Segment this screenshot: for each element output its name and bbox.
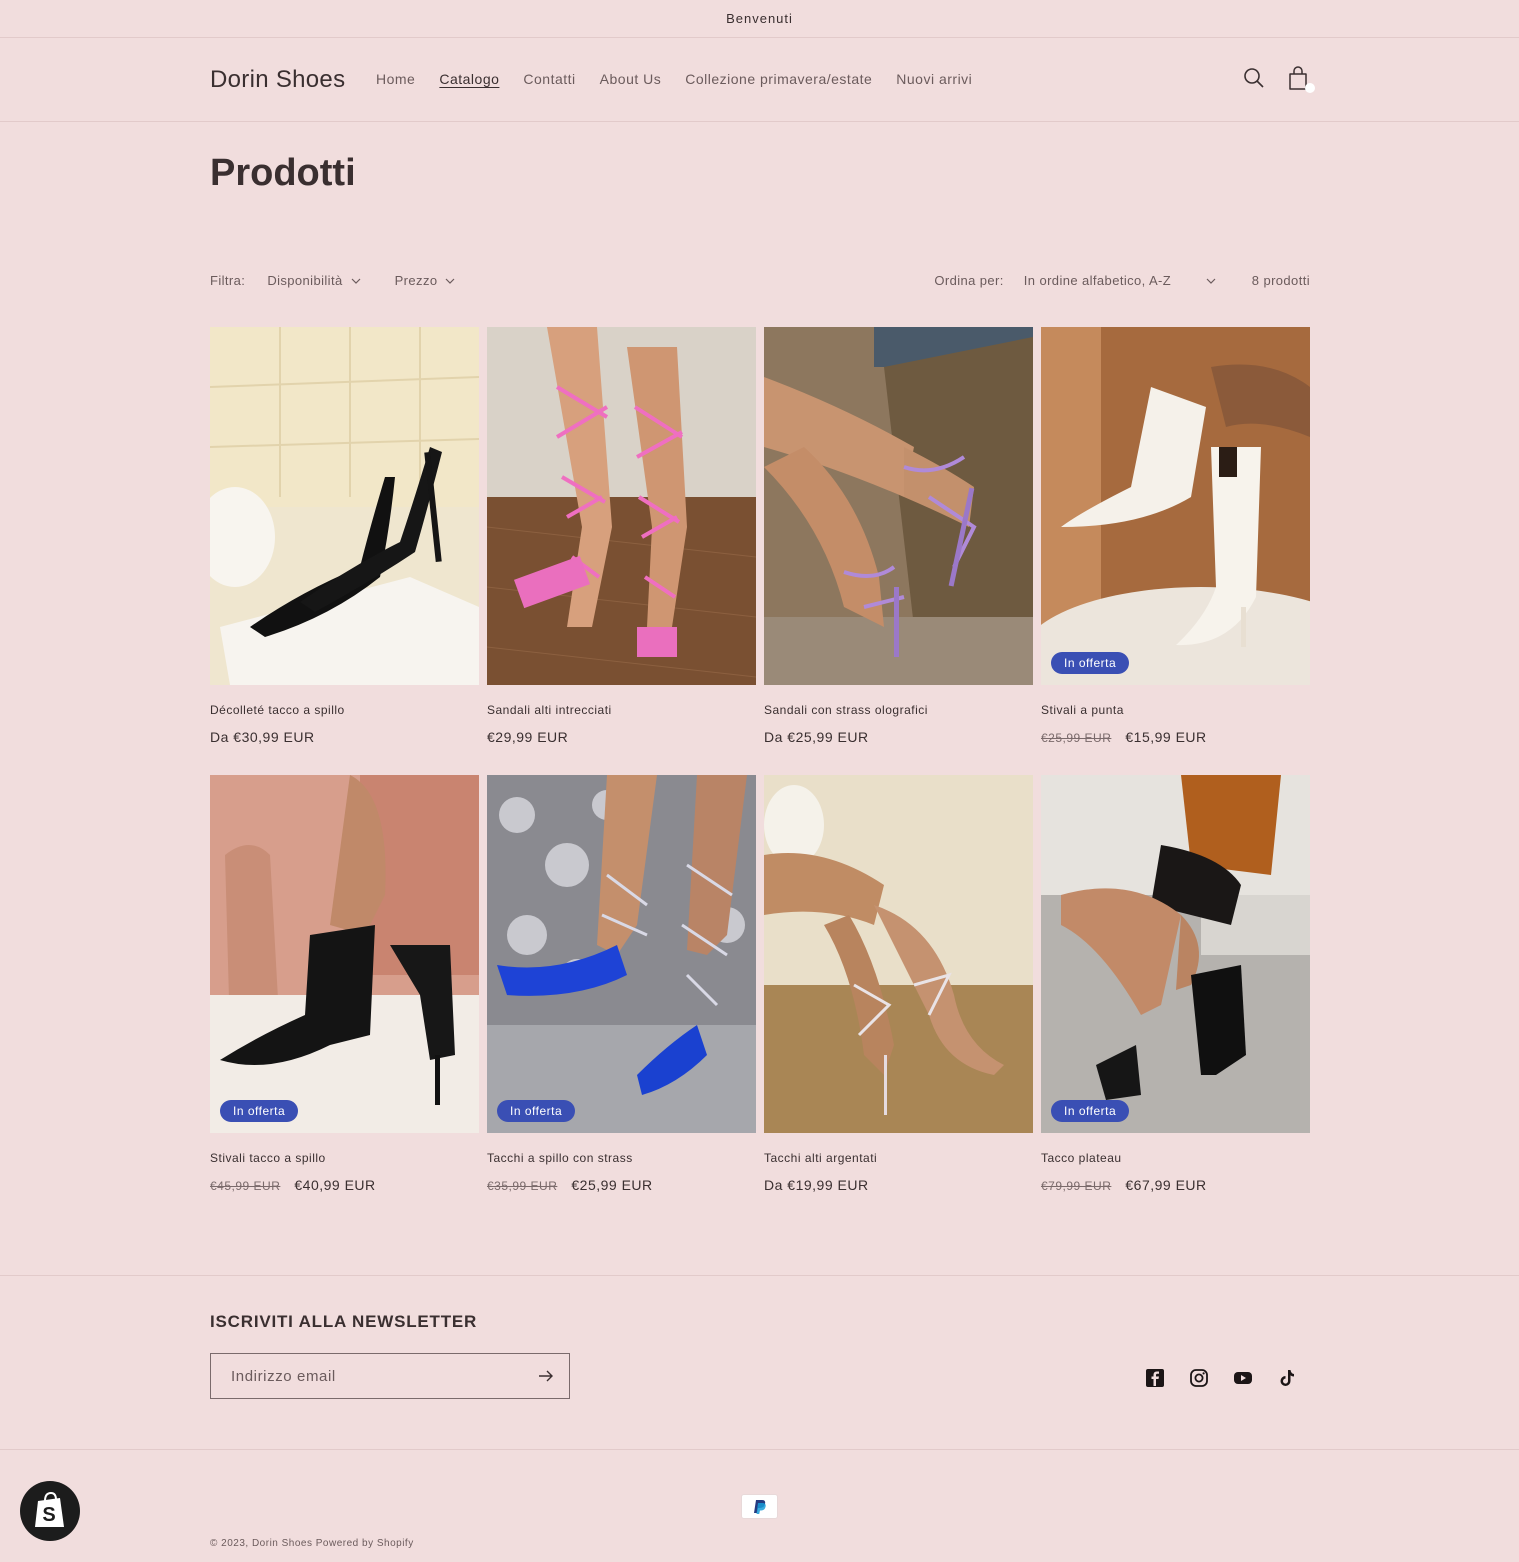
price-compare-at: €25,99 EUR — [1041, 731, 1112, 745]
sort-label: Ordina per: — [934, 273, 1004, 288]
announcement-text: Benvenuti — [726, 11, 793, 26]
main-nav: Home Catalogo Contatti About Us Collezio… — [376, 71, 972, 87]
cart-count-badge — [1305, 83, 1315, 93]
site-header: Dorin Shoes Home Catalogo Contatti About… — [0, 38, 1519, 122]
page-title: Prodotti — [210, 152, 356, 194]
product-price: Da €30,99 EUR — [210, 729, 479, 745]
nav-contatti[interactable]: Contatti — [523, 71, 575, 87]
footer: ISCRIVITI ALLA NEWSLETTER — [0, 1275, 1519, 1450]
nav-about-us[interactable]: About Us — [600, 71, 662, 87]
product-price: €25,99 EUR €15,99 EUR — [1041, 729, 1310, 745]
announcement-bar: Benvenuti — [0, 0, 1519, 38]
product-price: €35,99 EUR €25,99 EUR — [487, 1177, 756, 1193]
product-image[interactable] — [487, 327, 756, 685]
product-title[interactable]: Tacchi alti argentati — [764, 1151, 1033, 1165]
paypal-icon — [741, 1494, 778, 1519]
newsletter-form — [210, 1353, 570, 1399]
chevron-down-icon — [446, 278, 455, 284]
price-current: €15,99 EUR — [1125, 729, 1207, 745]
product-title[interactable]: Décolleté tacco a spillo — [210, 703, 479, 717]
product-price: Da €19,99 EUR — [764, 1177, 1033, 1193]
product-title[interactable]: Sandali alti intrecciati — [487, 703, 756, 717]
product-card[interactable]: Sandali alti intrecciati €29,99 EUR — [487, 327, 756, 775]
facebook-icon[interactable] — [1145, 1368, 1165, 1388]
instagram-icon[interactable] — [1189, 1368, 1209, 1388]
filter-availability[interactable]: Disponibilità — [267, 273, 361, 288]
filter-availability-label: Disponibilità — [267, 273, 343, 288]
store-logo[interactable]: Dorin Shoes — [210, 66, 345, 94]
sale-badge: In offerta — [1051, 1100, 1130, 1122]
price-compare-at: €79,99 EUR — [1041, 1179, 1112, 1193]
product-card[interactable]: Sandali con strass olografici Da €25,99 … — [764, 327, 1033, 775]
sale-badge: In offerta — [497, 1100, 576, 1122]
sort-value: In ordine alfabetico, A-Z — [1023, 273, 1172, 288]
product-image[interactable]: In offerta — [210, 775, 479, 1133]
filter-price[interactable]: Prezzo — [395, 273, 456, 288]
product-price: €29,99 EUR — [487, 729, 756, 745]
sale-badge: In offerta — [1051, 652, 1130, 674]
copyright: © 2023, Dorin Shoes Powered by Shopify — [210, 1538, 414, 1549]
search-icon[interactable] — [1243, 62, 1265, 94]
price-compare-at: €35,99 EUR — [487, 1179, 558, 1193]
product-grid: Décolleté tacco a spillo Da €30,99 EUR S… — [210, 327, 1310, 1223]
price-compare-at: €45,99 EUR — [210, 1179, 281, 1193]
product-card[interactable]: In offerta Stivali a punta €25,99 EUR €1… — [1041, 327, 1310, 775]
product-price: Da €25,99 EUR — [764, 729, 1033, 745]
chevron-down-icon — [1206, 278, 1216, 284]
product-price: €79,99 EUR €67,99 EUR — [1041, 1177, 1310, 1193]
filter-label: Filtra: — [210, 273, 246, 288]
product-card[interactable]: In offerta Tacco plateau €79,99 EUR €67,… — [1041, 775, 1310, 1223]
email-input[interactable] — [211, 1354, 523, 1398]
price-current: €25,99 EUR — [571, 1177, 653, 1193]
product-price: €45,99 EUR €40,99 EUR — [210, 1177, 479, 1193]
newsletter-title: ISCRIVITI ALLA NEWSLETTER — [210, 1312, 478, 1331]
product-image[interactable]: In offerta — [1041, 327, 1310, 685]
product-card[interactable]: Tacchi alti argentati Da €19,99 EUR — [764, 775, 1033, 1223]
product-image[interactable] — [764, 775, 1033, 1133]
product-card[interactable]: In offerta Tacchi a spillo con strass €3… — [487, 775, 756, 1223]
product-card[interactable]: Décolleté tacco a spillo Da €30,99 EUR — [210, 327, 479, 775]
product-title[interactable]: Stivali tacco a spillo — [210, 1151, 479, 1165]
collection-toolbar: Filtra: Disponibilità Prezzo Ordina per:… — [210, 270, 1310, 294]
shopify-icon[interactable]: S — [20, 1481, 80, 1541]
price-current: €40,99 EUR — [294, 1177, 376, 1193]
social-links — [1145, 1368, 1297, 1388]
product-image[interactable]: In offerta — [487, 775, 756, 1133]
nav-nuovi-arrivi[interactable]: Nuovi arrivi — [896, 71, 972, 87]
nav-catalogo[interactable]: Catalogo — [439, 71, 499, 87]
price-current: Da €19,99 EUR — [764, 1177, 869, 1193]
product-image[interactable] — [210, 327, 479, 685]
product-card[interactable]: In offerta Stivali tacco a spillo €45,99… — [210, 775, 479, 1223]
header-icons — [1243, 62, 1315, 94]
cart-icon[interactable] — [1287, 62, 1315, 94]
product-title[interactable]: Stivali a punta — [1041, 703, 1310, 717]
newsletter-submit-button[interactable] — [523, 1354, 569, 1398]
arrow-right-icon — [539, 1370, 553, 1382]
filter-price-label: Prezzo — [394, 273, 438, 288]
price-current: €67,99 EUR — [1125, 1177, 1207, 1193]
nav-collezione-primavera-estate[interactable]: Collezione primavera/estate — [685, 71, 872, 87]
sale-badge: In offerta — [220, 1100, 299, 1122]
product-title[interactable]: Sandali con strass olografici — [764, 703, 1033, 717]
product-title[interactable]: Tacchi a spillo con strass — [487, 1151, 756, 1165]
product-count: 8 prodotti — [1251, 273, 1310, 288]
nav-home[interactable]: Home — [376, 71, 415, 87]
youtube-icon[interactable] — [1233, 1368, 1253, 1388]
price-current: Da €25,99 EUR — [764, 729, 869, 745]
sort-select[interactable]: In ordine alfabetico, A-Z — [1024, 273, 1216, 288]
svg-text:S: S — [42, 1504, 55, 1526]
price-current: Da €30,99 EUR — [210, 729, 315, 745]
product-image[interactable] — [764, 327, 1033, 685]
chevron-down-icon — [351, 278, 361, 284]
product-title[interactable]: Tacco plateau — [1041, 1151, 1310, 1165]
product-image[interactable]: In offerta — [1041, 775, 1310, 1133]
tiktok-icon[interactable] — [1277, 1368, 1297, 1388]
price-current: €29,99 EUR — [487, 729, 569, 745]
